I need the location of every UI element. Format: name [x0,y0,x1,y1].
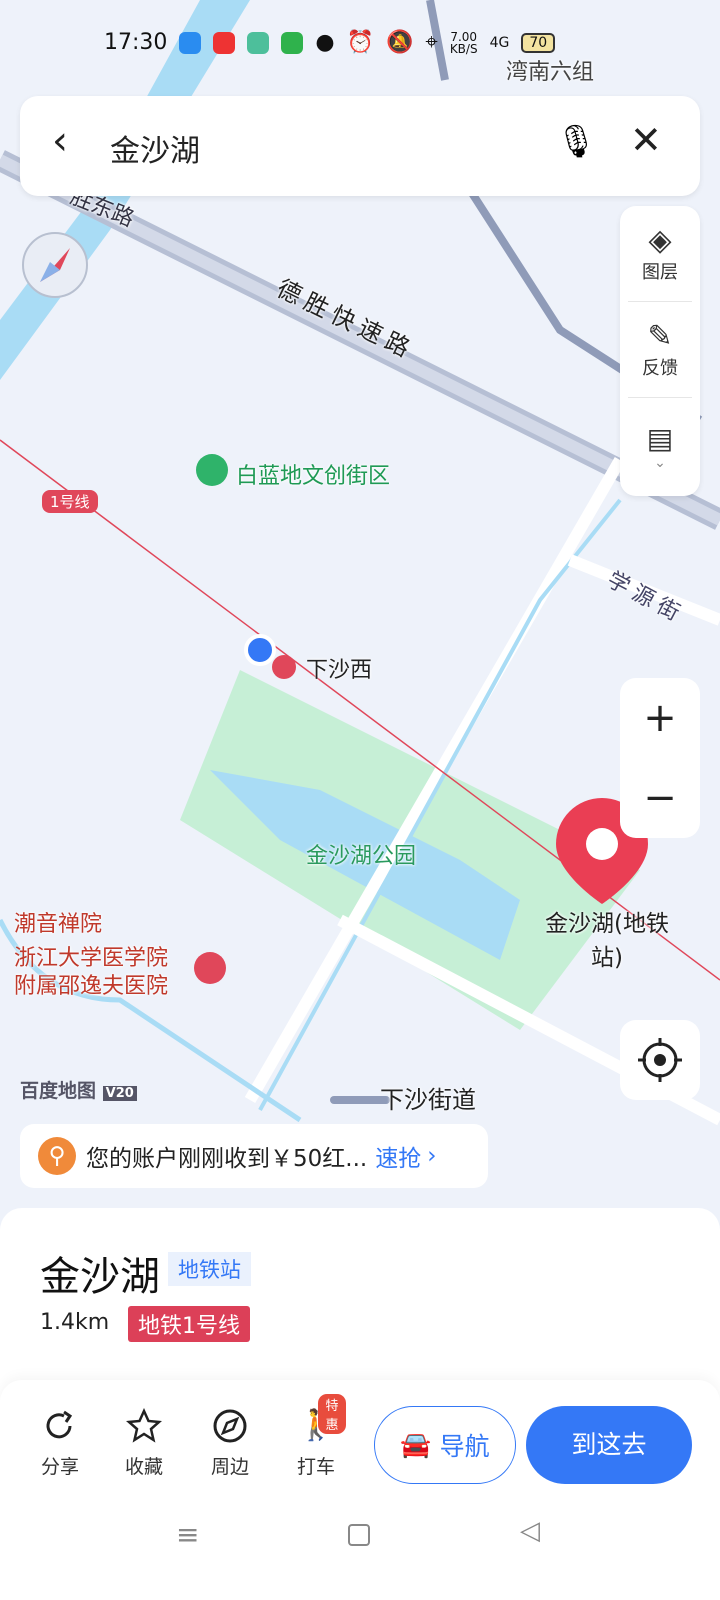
location-icon: ⌖ [425,30,438,55]
star-icon [126,1408,162,1443]
promo-banner[interactable]: ⚲ 您的账户刚刚收到￥50红... 速抢 › [20,1124,488,1188]
taxi-button[interactable]: 🚶 打车 特惠 [286,1394,346,1479]
mute-icon: 🔕 [386,30,414,55]
destination-label[interactable]: 金沙湖(地铁站) [542,904,672,972]
net-speed: 7.00 KB/S [449,29,478,56]
navigate-button[interactable]: 🚘 导航 [374,1406,516,1484]
action-bar: 分享 收藏 周边 🚶 打车 特惠 🚘 导航 到这去 ≡ ◁ [0,1380,720,1600]
baidu-logo: 百度地图 V20 [20,1076,137,1103]
back-nav-button[interactable]: ◁ [520,1516,540,1546]
map-tools: ◈ 图层 ✎ 反馈 ▤ ⌄ [620,206,700,496]
search-bar[interactable]: ‹ 金沙湖 🎙 ✕ [20,96,700,196]
car-icon: 🚘 [400,1430,432,1459]
layers-button[interactable]: ◈ 图层 [628,206,692,302]
compass-icon [213,1409,247,1443]
poi-label[interactable]: 潮音禅院 [14,906,102,938]
station-label[interactable]: 下沙西 [306,652,372,684]
go-here-button[interactable]: 到这去 [526,1406,692,1484]
nearby-button[interactable]: 周边 [200,1408,260,1479]
zoom-in-button[interactable]: + [620,678,700,758]
metro-line-badge: 1号线 [42,490,98,513]
promo-text: 您的账户刚刚收到￥50红... [86,1146,368,1172]
poi-label[interactable]: 白蓝地文创街区 [236,458,390,490]
message-icon: ▤ [646,421,674,455]
back-icon[interactable]: ‹ [52,118,68,164]
signal-icon: 4G [489,34,510,51]
message-button[interactable]: ▤ ⌄ [628,398,692,494]
microphone-icon[interactable]: 🎙 [556,122,597,160]
chevron-right-icon: › [427,1143,437,1169]
search-query[interactable]: 金沙湖 [110,126,200,170]
status-bar: 17:30 ● ⏰ 🔕 ⌖ 7.00 KB/S 4G 70 [104,30,704,55]
promo-action[interactable]: 速抢 [375,1139,421,1173]
layers-icon: ◈ [648,223,672,258]
share-icon [46,1410,73,1439]
wechat-icon: ● [315,30,335,55]
chevron-down-icon[interactable]: ⌄ [654,455,666,471]
menu-nav-button[interactable]: ≡ [176,1518,199,1551]
zoom-out-button[interactable]: − [620,758,700,838]
distance: 1.4km [40,1310,110,1335]
place-type-badge: 地铁站 [168,1252,251,1286]
alarm-icon: ⏰ [346,30,375,55]
app-icon [213,31,236,54]
place-name: 金沙湖 [40,1254,160,1300]
close-icon[interactable]: ✕ [630,118,662,162]
locate-button[interactable] [620,1020,700,1100]
home-nav-button[interactable] [348,1524,370,1546]
metro-line-badge: 地铁1号线 [128,1306,250,1342]
app-icon [281,31,304,54]
feedback-button[interactable]: ✎ 反馈 [628,302,692,398]
battery-icon: 70 [521,32,556,53]
promo-badge: 特惠 [318,1394,346,1434]
share-button[interactable]: 分享 [30,1408,90,1479]
clock: 17:30 [104,30,168,55]
favorite-button[interactable]: 收藏 [114,1408,174,1479]
map-label: 湾南六组 [506,60,595,85]
crosshair-icon [638,1038,682,1082]
street-label: 下沙街道 [380,1086,476,1114]
zoom-controls: + − [620,678,700,838]
app-icon [179,31,202,54]
edit-icon: ✎ [647,319,673,354]
park-label: 金沙湖公园 [306,844,417,869]
poi-label[interactable]: 附属邵逸夫医院 [14,968,168,1000]
taxi-icon: ⚲ [38,1137,76,1175]
app-icon [247,31,270,54]
